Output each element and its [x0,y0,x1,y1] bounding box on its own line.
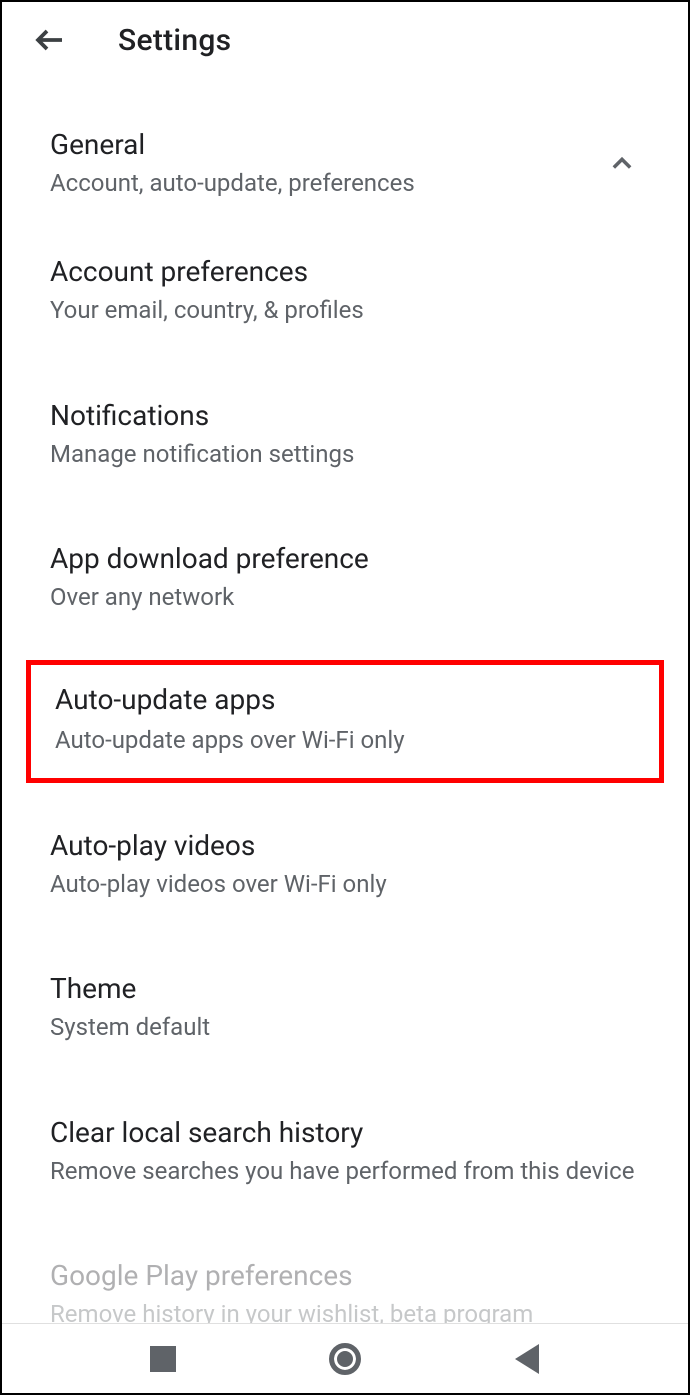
item-title: Auto-play videos [50,829,640,862]
section-general[interactable]: General Account, auto-update, preference… [2,78,688,219]
item-subtitle: Over any network [50,581,640,613]
circle-icon [329,1343,361,1375]
item-title: Clear local search history [50,1116,640,1149]
section-subtitle: Account, auto-update, preferences [50,167,604,199]
triangle-left-icon [515,1344,539,1374]
nav-back-button[interactable] [509,1341,545,1377]
page-title: Settings [118,23,231,58]
item-theme[interactable]: Theme System default [2,936,688,1079]
item-auto-update-apps-highlighted[interactable]: Auto-update apps Auto-update apps over W… [26,660,664,783]
item-app-download-preference[interactable]: App download preference Over any network [2,506,688,649]
item-auto-play-videos[interactable]: Auto-play videos Auto-play videos over W… [2,793,688,936]
item-title: Account preferences [50,255,640,288]
nav-recent-button[interactable] [145,1341,181,1377]
chevron-up-icon [604,146,640,182]
section-title: General [50,128,604,161]
item-title: Auto-update apps [55,683,635,716]
item-subtitle: Remove searches you have performed from … [50,1155,640,1187]
square-icon [150,1346,176,1372]
item-notifications[interactable]: Notifications Manage notification settin… [2,363,688,506]
item-subtitle: Your email, country, & profiles [50,294,640,326]
item-title: Google Play preferences [50,1259,640,1292]
item-subtitle: Auto-play videos over Wi-Fi only [50,868,640,900]
item-clear-local-search-history[interactable]: Clear local search history Remove search… [2,1080,688,1223]
settings-content: General Account, auto-update, preference… [2,78,688,1367]
item-account-preferences[interactable]: Account preferences Your email, country,… [2,219,688,362]
item-title: Theme [50,972,640,1005]
item-subtitle: System default [50,1011,640,1043]
back-arrow-icon[interactable] [32,22,68,58]
item-subtitle: Auto-update apps over Wi-Fi only [55,724,635,756]
item-subtitle: Manage notification settings [50,438,640,470]
item-title: App download preference [50,542,640,575]
app-header: Settings [2,2,688,78]
navigation-bar [2,1323,688,1393]
nav-home-button[interactable] [327,1341,363,1377]
item-title: Notifications [50,399,640,432]
section-text: General Account, auto-update, preference… [50,128,604,199]
